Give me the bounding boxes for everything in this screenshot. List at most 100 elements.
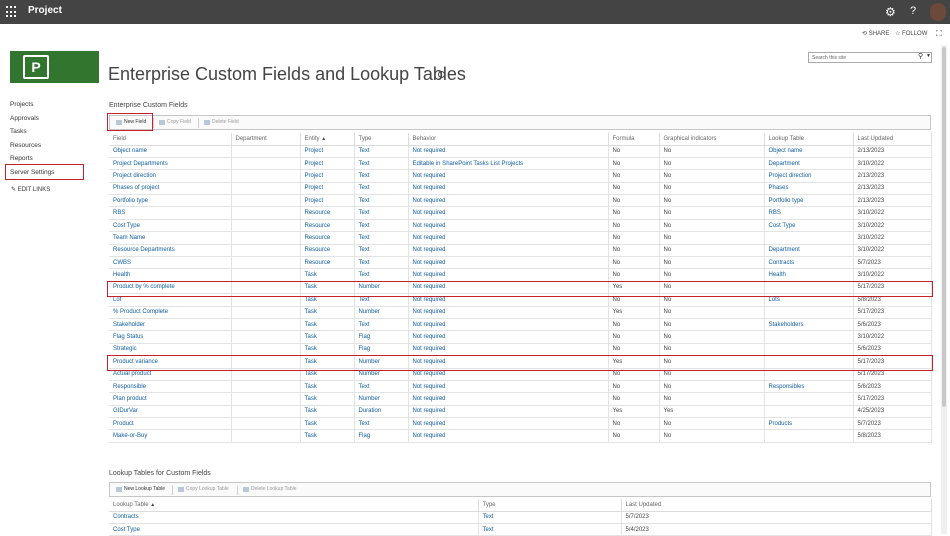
table-row[interactable]: % Product Complete Task Number Not required…: [109, 306, 932, 319]
table-row[interactable]: Project Departments Project Text Editable i…: [109, 157, 932, 171]
column-header-lookup-table[interactable]: Lookup Table ▲: [109, 499, 479, 512]
table-row[interactable]: Stakeholder Task Text Not required No No Stake…: [109, 318, 932, 332]
table-cell: Not required: [408, 194, 609, 208]
copy-lookup-table-button[interactable]: Copy Lookup Table: [175, 483, 229, 496]
table-cell: Task: [300, 380, 355, 394]
table-cell: No: [659, 429, 765, 443]
table-cell: Portfolio type: [764, 194, 854, 208]
table-cell[interactable]: Contracts: [109, 511, 479, 524]
table-cell[interactable]: Plan product: [109, 392, 232, 406]
delete-field-button[interactable]: Delete Field: [201, 116, 239, 129]
table-cell: No: [608, 392, 660, 406]
follow-button[interactable]: ☆ FOLLOW: [895, 30, 927, 37]
table-row[interactable]: Product Task Text Not required No No Products 5…: [109, 417, 932, 431]
delete-lookup-table-button[interactable]: Delete Lookup Table: [240, 483, 297, 496]
table-row[interactable]: Cost Type Resource Text Not required No No Cos…: [109, 219, 932, 233]
app-title[interactable]: Project: [28, 5, 62, 16]
column-header-department[interactable]: Department: [231, 133, 301, 146]
column-header-graphical-indicators[interactable]: Graphical indicators: [659, 133, 765, 146]
column-header-lookup-table[interactable]: Lookup Table: [764, 133, 854, 146]
table-cell[interactable]: Product: [109, 417, 232, 431]
page-title: Enterprise Custom Fields and Lookup Tabl…: [108, 64, 466, 84]
table-row[interactable]: Make-or-Buy Task Flag Not required No No 5/8/2…: [109, 429, 932, 443]
table-cell: Not required: [408, 417, 609, 431]
table-cell[interactable]: Stakeholder: [109, 318, 232, 332]
table-cell[interactable]: RBS: [109, 206, 232, 220]
share-button[interactable]: ⟲ SHARE: [862, 30, 889, 37]
column-header-entity[interactable]: Entity ▲: [300, 133, 355, 146]
table-cell[interactable]: Project Departments: [109, 157, 232, 171]
table-row[interactable]: Strategic Task Flag Not required No No 5/6/202…: [109, 343, 932, 357]
column-header-behavior[interactable]: Behavior: [408, 133, 609, 146]
table-cell[interactable]: Phases of project: [109, 182, 232, 196]
table-cell: Not required: [408, 145, 609, 158]
table-row[interactable]: Responsible Task Text Not required No No Respo…: [109, 380, 932, 394]
copy-field-button[interactable]: Copy Field: [156, 116, 191, 129]
column-header-type[interactable]: Type: [354, 133, 409, 146]
table-cell: 5/6/2023: [853, 318, 932, 332]
table-cell[interactable]: CWBS: [109, 256, 232, 270]
table-cell[interactable]: Flag Status: [109, 330, 232, 344]
search-icon[interactable]: ⚲: [918, 52, 923, 60]
scrollbar-thumb[interactable]: [942, 47, 946, 407]
table-cell: Text: [354, 318, 409, 332]
table-cell: [231, 318, 301, 332]
table-cell: Not required: [408, 268, 609, 282]
column-header-field[interactable]: Field: [109, 133, 232, 146]
table-row[interactable]: Portfolio type Project Text Not required No N…: [109, 194, 932, 208]
table-row[interactable]: CWBS Resource Text Not required No No Contract…: [109, 256, 932, 270]
table-row[interactable]: Contracts Text 5/7/2023: [109, 511, 932, 524]
table-row[interactable]: Project direction Project Text Not required…: [109, 169, 932, 183]
table-cell: [231, 231, 301, 245]
column-header-last-updated[interactable]: Last Updated: [621, 499, 932, 512]
table-cell[interactable]: Resource Departments: [109, 244, 232, 258]
table-cell: No: [659, 169, 765, 183]
highlight-product-variance: [107, 355, 933, 371]
table-row[interactable]: GIDurVar Task Duration Not required Yes Yes 4/…: [109, 405, 932, 419]
app-launcher-icon[interactable]: [6, 6, 18, 18]
nav-item-tasks[interactable]: Tasks: [10, 125, 90, 139]
table-cell: [231, 157, 301, 171]
table-cell[interactable]: Object name: [109, 145, 232, 158]
project-logo[interactable]: P: [10, 51, 99, 83]
new-lookup-table-button[interactable]: New Lookup Table: [113, 483, 165, 496]
table-row[interactable]: Resource Departments Resource Text Not requ…: [109, 244, 932, 258]
table-cell: Not required: [408, 392, 609, 406]
table-cell: Not required: [408, 343, 609, 357]
table-row[interactable]: Team Name Resource Text Not required No No 3/1…: [109, 231, 932, 245]
nav-item-projects[interactable]: Projects: [10, 98, 90, 112]
help-icon[interactable]: ?: [910, 5, 916, 17]
table-cell[interactable]: Portfolio type: [109, 194, 232, 208]
table-cell[interactable]: Strategic: [109, 343, 232, 357]
gear-icon[interactable]: ⚙: [885, 5, 896, 19]
table-cell[interactable]: Cost Type: [109, 219, 232, 233]
search-input[interactable]: Search this site: [808, 52, 932, 63]
table-cell[interactable]: Health: [109, 268, 232, 282]
table-cell: Flag: [354, 343, 409, 357]
table-row[interactable]: Phases of project Project Text Not required…: [109, 182, 932, 196]
table-cell[interactable]: Make-or-Buy: [109, 429, 232, 443]
page-scrollbar[interactable]: [941, 45, 947, 534]
table-row[interactable]: Plan product Task Number Not required No No 5/…: [109, 392, 932, 406]
focus-content-icon[interactable]: ⛶: [936, 29, 942, 39]
table-cell: No: [659, 380, 765, 394]
table-row[interactable]: Flag Status Task Flag Not required No No 3/10/…: [109, 330, 932, 344]
table-cell[interactable]: GIDurVar: [109, 405, 232, 419]
chevron-down-icon[interactable]: ▼: [926, 53, 931, 59]
table-cell[interactable]: Project direction: [109, 169, 232, 183]
table-row[interactable]: Health Task Text Not required No No Health 3/10…: [109, 268, 932, 282]
avatar[interactable]: [930, 3, 946, 21]
column-header-formula[interactable]: Formula: [608, 133, 660, 146]
table-cell[interactable]: Responsible: [109, 380, 232, 394]
column-header-type[interactable]: Type: [478, 499, 622, 512]
nav-item-approvals[interactable]: Approvals: [10, 112, 90, 126]
edit-links-button[interactable]: ✎ EDIT LINKS: [11, 186, 50, 193]
table-cell: Flag: [354, 330, 409, 344]
table-cell[interactable]: % Product Complete: [109, 306, 232, 319]
table-row[interactable]: RBS Resource Text Not required No No RBS 3/10/2…: [109, 206, 932, 220]
nav-item-resources[interactable]: Resources: [10, 139, 90, 153]
table-row[interactable]: Object name Project Text Not required No No Ob…: [109, 145, 932, 158]
info-icon[interactable]: i: [438, 71, 445, 78]
column-header-last-updated[interactable]: Last Updated: [853, 133, 932, 146]
table-cell[interactable]: Team Name: [109, 231, 232, 245]
